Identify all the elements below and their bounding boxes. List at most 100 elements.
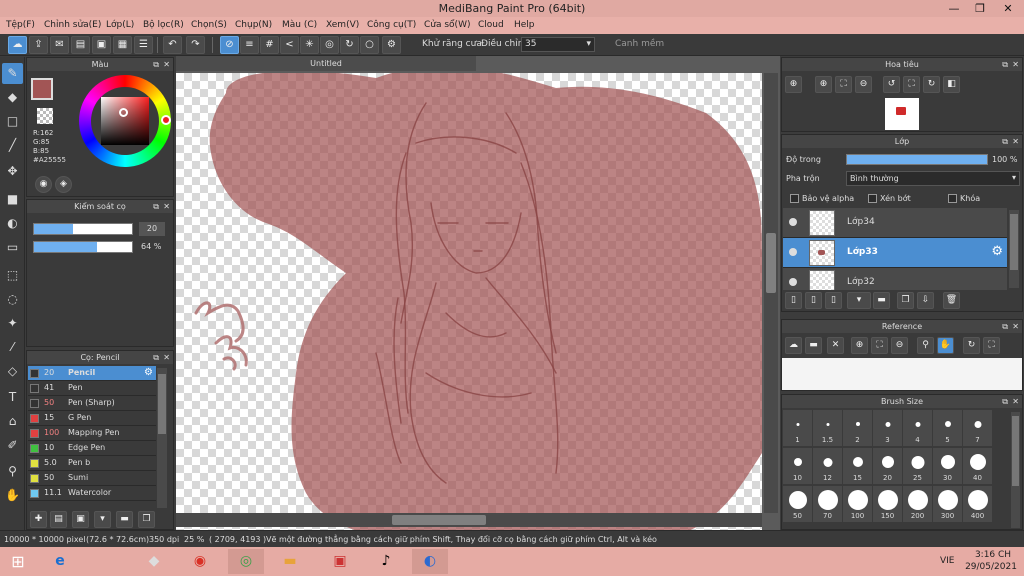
- brush-item[interactable]: 20 Pencil ⚙: [28, 366, 156, 381]
- color-picker-cursor[interactable]: [119, 108, 128, 117]
- trash-icon[interactable]: 🗑: [943, 292, 960, 309]
- duplicate-icon[interactable]: ❐: [138, 511, 155, 528]
- new-layer-icon[interactable]: ▯: [785, 292, 802, 309]
- brush-menu-icon[interactable]: ▾: [94, 511, 111, 528]
- gear-icon[interactable]: ⚙: [144, 367, 153, 378]
- flip-icon[interactable]: ◧: [943, 76, 960, 93]
- merge-icon[interactable]: ⇩: [917, 292, 934, 309]
- rect-tool-icon[interactable]: □: [2, 111, 23, 132]
- clipping-checkbox[interactable]: [868, 194, 877, 203]
- brush-size-option[interactable]: 3: [873, 410, 902, 446]
- pin-icon[interactable]: ⧉: [1002, 320, 1008, 333]
- palette-add-icon[interactable]: ◈: [55, 176, 72, 193]
- language-indicator[interactable]: VIE: [940, 556, 955, 566]
- brush-tool-icon[interactable]: ✎: [2, 63, 23, 84]
- close-icon[interactable]: ✕: [163, 58, 170, 71]
- brush-item[interactable]: 5.0 Pen b: [28, 456, 156, 471]
- rotate-icon[interactable]: ↻: [963, 337, 980, 354]
- start-icon[interactable]: ⊞: [0, 549, 36, 574]
- folder-icon[interactable]: ▬: [873, 292, 890, 309]
- saturation-square[interactable]: [101, 97, 149, 145]
- adjust-select[interactable]: 35 ▾: [521, 37, 595, 52]
- lasso-tool-icon[interactable]: ◌: [2, 289, 23, 310]
- brush-size-option[interactable]: 10: [783, 448, 812, 484]
- tiktok-icon[interactable]: ♪: [368, 549, 404, 574]
- brush-size-option[interactable]: 25: [903, 448, 932, 484]
- zoom-out-icon[interactable]: ⊖: [891, 337, 908, 354]
- eyedropper-icon[interactable]: ⚲: [917, 337, 934, 354]
- blur-tool-icon[interactable]: ✐: [2, 435, 23, 456]
- brush-size-option[interactable]: 200: [903, 486, 932, 522]
- hue-handle[interactable]: [161, 115, 171, 125]
- eyedropper-tool-icon[interactable]: ⚲: [2, 461, 23, 482]
- reference-view[interactable]: [782, 358, 1022, 390]
- brush-size-option[interactable]: 4: [903, 410, 932, 446]
- brush-size-option[interactable]: 20: [873, 448, 902, 484]
- eraser-tool-icon[interactable]: ◆: [2, 87, 23, 108]
- powerpoint-icon[interactable]: ▣: [322, 549, 358, 574]
- navigator-preview[interactable]: [885, 98, 919, 130]
- brush-size-option[interactable]: 70: [813, 486, 842, 522]
- brush-item[interactable]: 100 Mapping Pen: [28, 426, 156, 441]
- brush-add-icon[interactable]: ✚: [30, 511, 47, 528]
- brush-size-option[interactable]: 15: [843, 448, 872, 484]
- menu-select[interactable]: Chọn(S): [191, 20, 227, 30]
- close-ref-icon[interactable]: ✕: [827, 337, 844, 354]
- restore-button[interactable]: ❐: [966, 0, 994, 17]
- document-tab[interactable]: Untitled: [176, 56, 476, 71]
- close-icon[interactable]: ✕: [1012, 320, 1019, 333]
- gradient-tool-icon[interactable]: ▭: [2, 237, 23, 258]
- clock-time[interactable]: 3:16 CH: [966, 550, 1020, 560]
- open-folder-icon[interactable]: ▬: [805, 337, 822, 354]
- protect-alpha-checkbox[interactable]: [790, 194, 799, 203]
- brush-size-option[interactable]: 7: [963, 410, 992, 446]
- brush-list-scrollbar[interactable]: [157, 368, 167, 508]
- hue-wheel[interactable]: [79, 75, 171, 167]
- menu-color[interactable]: Màu (C): [282, 20, 317, 30]
- cross-snap-icon[interactable]: #: [260, 36, 279, 54]
- secondary-color-swatch[interactable]: [37, 108, 53, 124]
- brush-size-option[interactable]: 50: [783, 486, 812, 522]
- list-icon[interactable]: ☰: [134, 36, 153, 54]
- eye-icon[interactable]: [789, 278, 797, 286]
- app-green-icon[interactable]: ◎: [228, 549, 264, 574]
- primary-color-swatch[interactable]: [31, 78, 53, 100]
- brush-item[interactable]: 50 Sumi: [28, 471, 156, 486]
- medibang-icon[interactable]: ◐: [412, 549, 448, 574]
- zoom-in-icon[interactable]: ⊕: [815, 76, 832, 93]
- pin-icon[interactable]: ⧉: [1002, 58, 1008, 71]
- close-icon[interactable]: ✕: [1012, 395, 1019, 408]
- brush-size-scrollbar[interactable]: [1011, 412, 1020, 528]
- brush-item[interactable]: 11.1 Watercolor: [28, 486, 156, 501]
- move-tool-icon[interactable]: ✥: [2, 161, 23, 182]
- palette-icon[interactable]: ◉: [35, 176, 52, 193]
- brush-size-option[interactable]: 150: [873, 486, 902, 522]
- new-layer-8bit-icon[interactable]: ▯: [825, 292, 842, 309]
- brush-size-option[interactable]: 1.5: [813, 410, 842, 446]
- fit-icon[interactable]: ⛶: [871, 337, 888, 354]
- gear-icon[interactable]: ⚙: [991, 244, 1003, 259]
- drawing-canvas[interactable]: [176, 73, 762, 568]
- menu-help[interactable]: Help: [514, 20, 535, 30]
- magic-wand-icon[interactable]: ✦: [2, 313, 23, 334]
- file-explorer-icon[interactable]: ▬: [272, 549, 308, 574]
- minimize-button[interactable]: —: [940, 0, 968, 17]
- select-pen-icon[interactable]: ⁄: [2, 337, 23, 358]
- brush-size-slider[interactable]: [33, 223, 133, 235]
- menu-view[interactable]: Xem(V): [326, 20, 359, 30]
- brush-size-value[interactable]: 20: [139, 222, 165, 236]
- line-tool-icon[interactable]: ╱: [2, 135, 23, 156]
- redo-icon[interactable]: ↷: [186, 36, 205, 54]
- grid-icon[interactable]: ▦: [113, 36, 132, 54]
- menu-window[interactable]: Cửa sổ(W): [424, 20, 470, 30]
- fit-window-icon[interactable]: ⛶: [983, 337, 1000, 354]
- curve-snap-icon[interactable]: ↻: [340, 36, 359, 54]
- brush-size-option[interactable]: 1: [783, 410, 812, 446]
- brush-item[interactable]: 41 Pen: [28, 381, 156, 396]
- zoom-in-icon[interactable]: ⊕: [785, 76, 802, 93]
- brush-item[interactable]: 10 Edge Pen: [28, 441, 156, 456]
- close-icon[interactable]: ✕: [163, 200, 170, 213]
- rotate-left-icon[interactable]: ↺: [883, 76, 900, 93]
- comment-icon[interactable]: ✉: [50, 36, 69, 54]
- brush-size-option[interactable]: 12: [813, 448, 842, 484]
